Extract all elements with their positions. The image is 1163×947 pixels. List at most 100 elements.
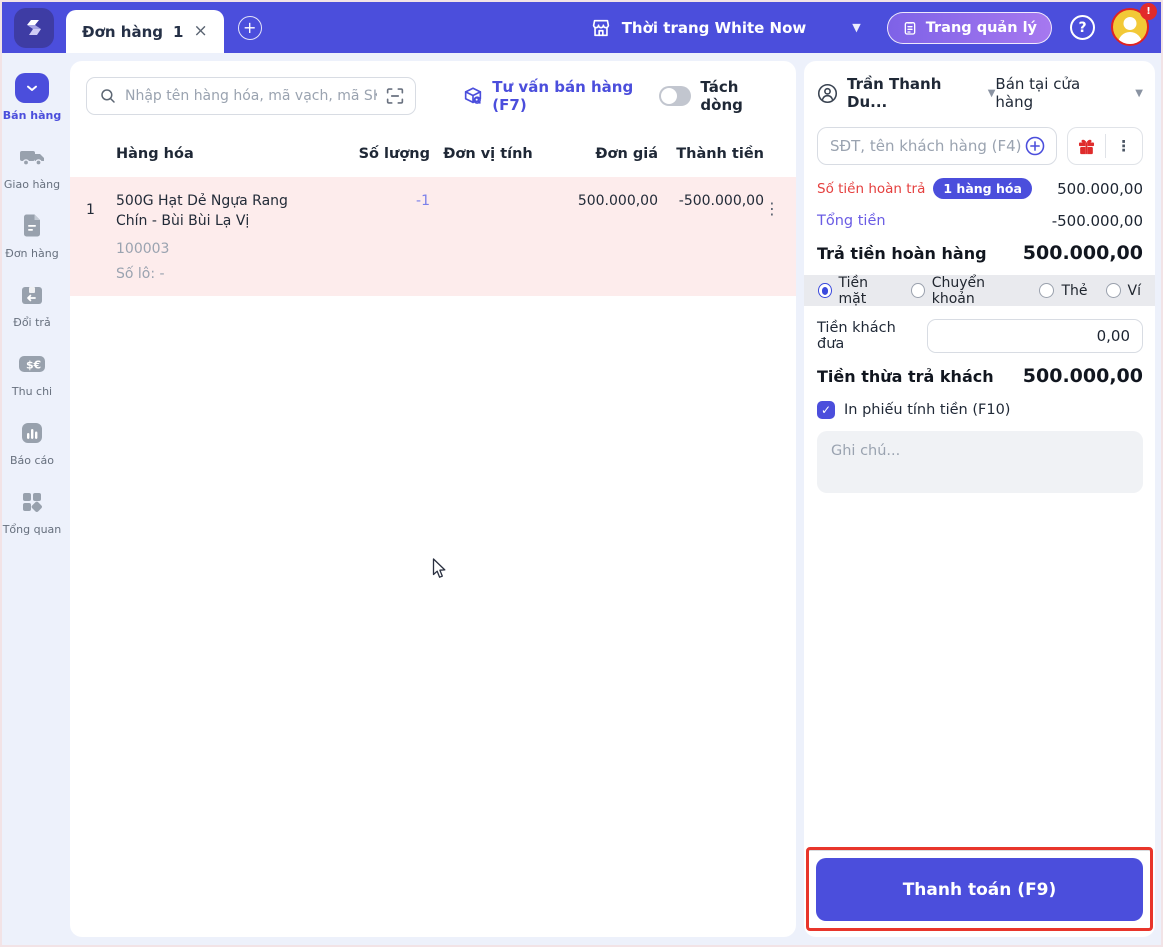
barcode-scan-icon[interactable] <box>385 87 405 105</box>
sidebar-item-tong-quan[interactable]: Tổng quan <box>2 487 62 536</box>
col-thanh-tien: Thành tiền <box>676 146 764 162</box>
row-index: 1 <box>86 202 95 218</box>
customer-given-input[interactable] <box>927 320 1142 352</box>
radio-the[interactable]: Thẻ <box>1039 282 1088 299</box>
table-row[interactable]: 1 500G Hạt Dẻ Ngựa Rang Chín - Bùi Bùi L… <box>70 177 796 296</box>
note-area <box>804 431 1155 497</box>
chevron-down-icon: ▼ <box>987 87 996 99</box>
sidebar-item-label: Đơn hàng <box>5 247 59 260</box>
product-name: 500G Hạt Dẻ Ngựa Rang Chín - Bùi Bùi Lạ … <box>116 193 288 230</box>
change-label: Tiền thừa trả khách <box>817 367 994 386</box>
mouse-cursor <box>432 558 448 580</box>
extra-actions-group: ⋮ <box>1067 127 1143 165</box>
radio-icon <box>911 283 925 298</box>
col-so-luong: Số lượng <box>358 146 430 162</box>
sidebar-item-bao-cao[interactable]: Báo cáo <box>2 418 62 467</box>
sales-channel-selector[interactable]: Bán tại cửa hàng ▼ <box>995 75 1143 111</box>
method-label: Ví <box>1127 282 1141 299</box>
radio-icon <box>818 283 832 298</box>
customer-given-field[interactable] <box>926 319 1143 353</box>
method-label: Chuyển khoản <box>931 274 986 307</box>
checkout-button[interactable]: Thanh toán (F9) <box>816 858 1143 921</box>
return-box-icon <box>14 280 50 310</box>
pay-refund-label: Trả tiền hoàn hàng <box>817 244 987 263</box>
col-hang-hoa: Hàng hóa <box>116 146 194 162</box>
chevron-down-icon: ▼ <box>1135 87 1143 99</box>
change-amount: 500.000,00 <box>1022 365 1143 387</box>
store-name: Thời trang White Now <box>621 18 807 37</box>
tab-close-icon[interactable]: × <box>193 23 207 40</box>
help-button[interactable]: ? <box>1070 15 1095 40</box>
radio-vi[interactable]: Ví <box>1105 282 1141 299</box>
pos-app: Đơn hàng 1 × + Thời trang White Now ▼ Tr… <box>0 0 1163 947</box>
chart-icon <box>14 418 50 448</box>
add-customer-icon[interactable] <box>1024 135 1046 157</box>
radio-tien-mat[interactable]: Tiền mặt <box>818 275 893 307</box>
pay-refund-amount: 500.000,00 <box>1022 242 1143 264</box>
radio-icon <box>1039 283 1055 298</box>
admin-page-button[interactable]: Trang quản lý <box>886 11 1052 44</box>
sidebar-item-label: Đổi trả <box>13 316 51 329</box>
checkout-panel: Trần Thanh Du... ▼ Bán tại cửa hàng ▼ SĐ… <box>804 61 1155 937</box>
sidebar-item-giao-hang[interactable]: Giao hàng <box>2 142 62 191</box>
customer-search[interactable] <box>817 127 1057 165</box>
staff-selector[interactable]: Trần Thanh Du... ▼ <box>817 75 995 111</box>
sidebar-item-doi-tra[interactable]: Đổi trả <box>2 280 62 329</box>
method-label: Tiền mặt <box>838 274 869 307</box>
svg-text:€: € <box>33 359 42 372</box>
top-bar: Đơn hàng 1 × + Thời trang White Now ▼ Tr… <box>2 2 1161 53</box>
split-line-toggle[interactable] <box>658 86 692 106</box>
line-total: -500.000,00 <box>678 193 764 209</box>
sidebar-item-label: Báo cáo <box>9 454 55 467</box>
user-avatar[interactable]: ! <box>1111 2 1157 48</box>
admin-page-label: Trang quản lý <box>925 19 1037 36</box>
person-icon <box>817 83 838 104</box>
refund-label: Số tiền hoàn trả <box>817 180 926 197</box>
staff-name: Trần Thanh Du... <box>847 75 942 111</box>
consult-label: Tư vấn bán hàng (F7) <box>492 78 634 114</box>
document-icon <box>14 211 50 241</box>
sidebar-item-label: Giao hàng <box>3 178 61 191</box>
new-tab-button[interactable]: + <box>237 15 262 40</box>
order-tab[interactable]: Đơn hàng 1 × <box>66 10 224 53</box>
product-lot: Số lô: - <box>116 265 165 282</box>
clipboard-icon <box>902 20 918 36</box>
sidebar-item-thu-chi[interactable]: $ € Thu chi <box>2 349 62 398</box>
product-search-input[interactable] <box>125 88 378 104</box>
product-toolbar: Tư vấn bán hàng (F7) Tách dòng <box>70 77 796 115</box>
quantity-value[interactable]: -1 <box>346 191 430 209</box>
tab-label: Đơn hàng <box>82 22 163 41</box>
store-selector[interactable]: Thời trang White Now ▼ <box>590 17 861 39</box>
row-menu-icon[interactable]: ⋮ <box>764 191 780 218</box>
customer-given-label: Tiền khách đưa <box>817 320 896 352</box>
sapo-logo-icon[interactable] <box>14 7 54 48</box>
channel-label: Bán tại cửa hàng <box>995 75 1081 111</box>
method-label: Thẻ <box>1061 282 1088 299</box>
more-options-button[interactable]: ⋮ <box>1106 128 1143 164</box>
print-receipt-label: In phiếu tính tiền (F10) <box>844 402 1011 418</box>
sales-consult-button[interactable]: Tư vấn bán hàng (F7) <box>462 78 659 114</box>
promotion-gift-button[interactable] <box>1068 128 1105 164</box>
radio-icon <box>1105 283 1121 298</box>
customer-search-input[interactable] <box>830 137 1024 155</box>
store-icon <box>590 17 612 39</box>
sidebar-item-don-hang[interactable]: Đơn hàng <box>2 211 62 260</box>
svg-text:$: $ <box>26 359 34 372</box>
checkbox-checked-icon[interactable]: ✓ <box>817 401 835 419</box>
sidebar-item-ban-hang[interactable]: Bán hàng <box>2 73 62 122</box>
split-line-label: Tách dòng <box>700 78 743 114</box>
cash-icon: $ € <box>14 349 50 379</box>
total-label[interactable]: Tổng tiền <box>817 213 886 229</box>
print-receipt-option[interactable]: ✓ In phiếu tính tiền (F10) <box>804 401 1155 419</box>
chevron-down-icon: ▼ <box>852 21 861 34</box>
item-count-badge: 1 hàng hóa <box>933 178 1032 199</box>
checkout-highlight-annotation: Thanh toán (F9) <box>806 847 1153 931</box>
note-input[interactable] <box>817 431 1143 493</box>
unit-price[interactable]: 500.000,00 <box>546 191 658 209</box>
sidebar-item-label: Thu chi <box>11 385 53 398</box>
truck-icon <box>14 142 50 172</box>
radio-chuyen-khoan[interactable]: Chuyển khoản <box>911 275 1021 307</box>
payment-method-band: Tiền mặt Chuyển khoản Thẻ Ví <box>804 275 1155 307</box>
consult-box-icon <box>462 85 484 107</box>
product-search[interactable] <box>86 77 417 115</box>
